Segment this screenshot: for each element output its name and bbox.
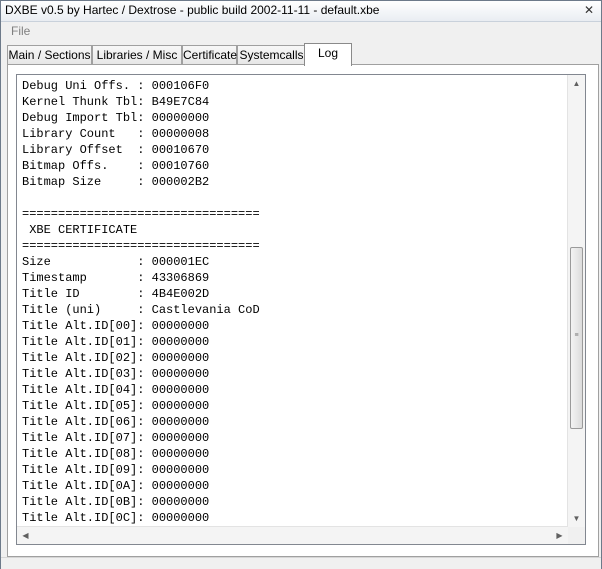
scrollbar-corner <box>568 527 585 544</box>
scrollbar-thumb[interactable]: ≡ <box>570 247 583 429</box>
arrow-down-icon[interactable]: ▼ <box>568 510 585 527</box>
log-line: Bitmap Offs. : 00010760 <box>22 159 210 173</box>
log-line: Title ID : 4B4E002D <box>22 287 210 301</box>
tab-main-sections[interactable]: Main / Sections <box>7 45 92 65</box>
grip-icon: ≡ <box>574 332 579 339</box>
log-line: Title (uni) : Castlevania CoD <box>22 303 260 317</box>
arrow-right-icon[interactable]: ▶ <box>551 527 568 544</box>
log-line: Title Alt.ID[08]: 00000000 <box>22 447 210 461</box>
log-line: Title Alt.ID[0A]: 00000000 <box>22 479 210 493</box>
log-line: Library Offset : 00010670 <box>22 143 210 157</box>
tab-libraries-misc[interactable]: Libraries / Misc <box>92 45 182 65</box>
horizontal-scrollbar[interactable]: ◀ ▶ <box>17 526 568 544</box>
arrow-left-icon[interactable]: ◀ <box>17 527 34 544</box>
vertical-scrollbar[interactable]: ▲ ≡ ▼ <box>567 75 585 527</box>
log-line: Timestamp : 43306869 <box>22 271 210 285</box>
log-line: Title Alt.ID[06]: 00000000 <box>22 415 210 429</box>
log-line: ================================= <box>22 207 260 221</box>
log-line: Title Alt.ID[04]: 00000000 <box>22 383 210 397</box>
log-line: Title Alt.ID[02]: 00000000 <box>22 351 210 365</box>
close-icon[interactable]: ✕ <box>583 4 595 16</box>
log-line: Size : 000001EC <box>22 255 210 269</box>
log-line: Title Alt.ID[03]: 00000000 <box>22 367 210 381</box>
title-bar: DXBE v0.5 by Hartec / Dextrose - public … <box>1 1 601 22</box>
log-line: Debug Import Tbl: 00000000 <box>22 111 210 125</box>
app-window: DXBE v0.5 by Hartec / Dextrose - public … <box>0 0 602 569</box>
log-line: Kernel Thunk Tbl: B49E7C84 <box>22 95 210 109</box>
log-line: Bitmap Size : 000002B2 <box>22 175 210 189</box>
log-line: Title Alt.ID[05]: 00000000 <box>22 399 210 413</box>
tab-log[interactable]: Log <box>304 43 352 66</box>
log-line: Title Alt.ID[00]: 00000000 <box>22 319 210 333</box>
menu-bar: File <box>1 22 601 41</box>
log-line: Title Alt.ID[0C]: 00000000 <box>22 511 210 525</box>
tab-systemcalls[interactable]: Systemcalls <box>237 45 306 65</box>
arrow-up-icon[interactable]: ▲ <box>568 75 585 92</box>
log-line: XBE CERTIFICATE <box>22 223 138 237</box>
status-bar <box>1 557 601 569</box>
log-line: Title Alt.ID[0B]: 00000000 <box>22 495 210 509</box>
menu-file[interactable]: File <box>11 24 30 38</box>
log-line: ================================= <box>22 239 260 253</box>
window-title: DXBE v0.5 by Hartec / Dextrose - public … <box>5 3 380 17</box>
log-line: Debug Uni Offs. : 000106F0 <box>22 79 210 93</box>
tab-certificate[interactable]: Certificate <box>182 45 237 65</box>
log-line: Title Alt.ID[01]: 00000000 <box>22 335 210 349</box>
log-lines: Debug Uni Offs. : 000106F0 Kernel Thunk T… <box>22 78 260 526</box>
tab-strip: Main / Sections Libraries / Misc Certifi… <box>7 43 597 66</box>
log-line: Title Alt.ID[07]: 00000000 <box>22 431 210 445</box>
log-line: Title Alt.ID[09]: 00000000 <box>22 463 210 477</box>
log-textarea[interactable]: Debug Uni Offs. : 000106F0 Kernel Thunk T… <box>16 74 586 545</box>
log-line: Library Count : 00000008 <box>22 127 210 141</box>
tab-panel-log: Debug Uni Offs. : 000106F0 Kernel Thunk T… <box>7 64 599 557</box>
